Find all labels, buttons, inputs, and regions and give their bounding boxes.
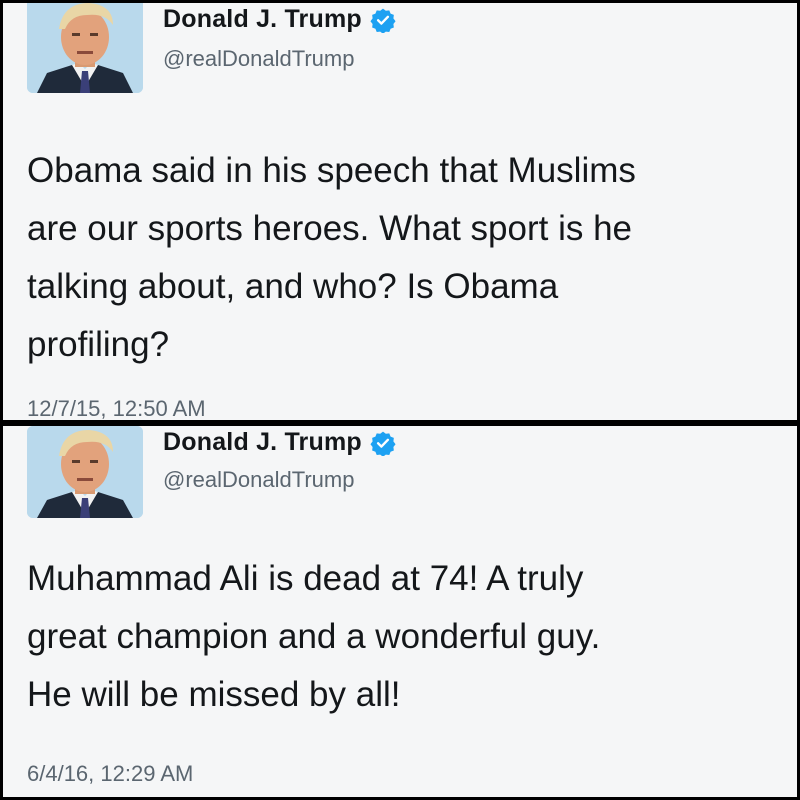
tweet-text-line: great champion and a wonderful guy. (27, 617, 601, 656)
tweet-text-line: talking about, and who? Is Obama (27, 267, 559, 306)
avatar-image (27, 426, 143, 518)
tweet-text-line: profiling? (27, 325, 170, 364)
tweet-text: Muhammad Ali is dead at 74! A truly grea… (27, 550, 787, 724)
author-handle[interactable]: @realDonaldTrump (163, 46, 354, 72)
author-row: Donald J. Trump (163, 5, 396, 34)
tweet-text-line: are our sports heroes. What sport is he (27, 209, 632, 248)
author-name[interactable]: Donald J. Trump (163, 428, 362, 457)
tweet-timestamp[interactable]: 6/4/16, 12:29 AM (27, 761, 193, 787)
tweet-text-line: He will be missed by all! (27, 675, 401, 714)
avatar[interactable] (27, 426, 143, 518)
tweet-text-line: Obama said in his speech that Muslims (27, 151, 636, 190)
tweet-timestamp[interactable]: 12/7/15, 12:50 AM (27, 396, 206, 420)
author-handle[interactable]: @realDonaldTrump (163, 467, 354, 493)
verified-badge-icon (370, 8, 396, 33)
avatar[interactable] (27, 3, 143, 93)
tweet-text: Obama said in his speech that Muslims ar… (27, 142, 787, 374)
tweet-text-line: Muhammad Ali is dead at 74! A truly (27, 559, 584, 598)
tweet-card[interactable]: Donald J. Trump @realDonaldTrump Obama s… (3, 3, 797, 420)
tweet-card[interactable]: Donald J. Trump @realDonaldTrump Muhamma… (3, 426, 797, 797)
avatar-image (27, 3, 143, 93)
author-row: Donald J. Trump (163, 428, 396, 457)
verified-badge-icon (370, 431, 396, 456)
author-name[interactable]: Donald J. Trump (163, 5, 362, 34)
